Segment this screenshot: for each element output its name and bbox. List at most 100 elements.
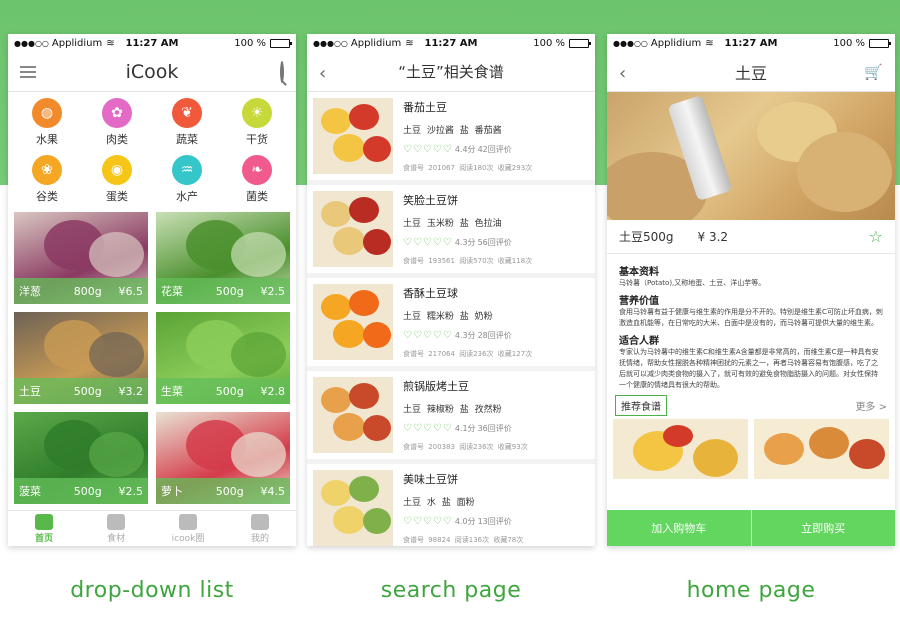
section-text: 专家认为马铃薯中的维生素C和维生素A含量都是非常高的，而维生素C是一种具有安抚情… bbox=[619, 348, 879, 389]
recipe-ingredients: 土豆 水 盐 面粉 bbox=[403, 498, 475, 508]
signal-icon: ●●●○○ bbox=[613, 38, 648, 48]
ingredient-image bbox=[231, 432, 286, 477]
ingredient-card[interactable]: 菠菜 500g ¥2.5 bbox=[14, 412, 148, 504]
ingredient-name: 洋葱 bbox=[19, 285, 41, 298]
buy-now-button[interactable]: 立即购买 bbox=[750, 510, 895, 546]
wifi-icon: ≋ bbox=[705, 37, 714, 49]
recipe-item[interactable]: 煎锅版烤土豆 土豆 辣椒粉 盐 孜然粉 ♡♡♡♡♡ 4.1分 36回评价 食谱号 2003… bbox=[307, 371, 595, 459]
ingredient-image bbox=[89, 232, 144, 277]
food-piece bbox=[363, 136, 391, 162]
category-item[interactable]: ❧ 菌类 bbox=[222, 155, 292, 204]
recipe-item[interactable]: 番茄土豆 土豆 沙拉酱 盐 番茄酱 ♡♡♡♡♡ 4.4分 42回评价 食谱号 201067… bbox=[307, 92, 595, 180]
tab-3[interactable]: 我的 bbox=[224, 511, 296, 546]
recipe-name: 笑脸土豆饼 bbox=[403, 194, 458, 207]
status-bar: ●●●○○ Applidium ≋ 11:27 AM 100 % bbox=[307, 34, 595, 52]
food-piece bbox=[349, 290, 379, 316]
ingredient-card[interactable]: 花菜 500g ¥2.5 bbox=[156, 212, 290, 304]
recipe-item[interactable]: 笑脸土豆饼 土豆 玉米粉 盐 色拉油 ♡♡♡♡♡ 4.3分 56回评价 食谱号 19356… bbox=[307, 185, 595, 273]
food-piece bbox=[321, 387, 351, 413]
tab-2[interactable]: icook圈 bbox=[152, 511, 224, 546]
action-bar: 加入购物车 立即购买 bbox=[607, 510, 895, 546]
category-label: 蛋类 bbox=[106, 190, 128, 203]
grain-icon: ❀ bbox=[32, 155, 62, 185]
signal-icon: ●●●○○ bbox=[14, 38, 49, 48]
recipe-favs: 收藏127次 bbox=[497, 350, 533, 358]
food-piece bbox=[363, 415, 391, 441]
category-label: 蔬菜 bbox=[176, 133, 198, 146]
ingredient-weight: 800g bbox=[73, 284, 102, 298]
back-button[interactable]: ‹ bbox=[319, 63, 326, 84]
menu-button[interactable] bbox=[20, 63, 36, 78]
category-item[interactable]: ◍ 水果 bbox=[12, 98, 82, 147]
home-icon bbox=[35, 513, 53, 530]
recipe-name: 香酥土豆球 bbox=[403, 287, 458, 300]
add-to-cart-button[interactable]: 加入购物车 bbox=[607, 510, 751, 546]
product-details: 基本资料 马铃薯（Potato),又称地蛋、土豆、洋山芋等。 营养价值 食用马铃薯有益… bbox=[607, 254, 895, 391]
nav-bar: iCook bbox=[8, 52, 296, 92]
category-item[interactable]: ♒ 水产 bbox=[152, 155, 222, 204]
ingredient-info-bar: 萝卜 500g ¥4.5 bbox=[156, 478, 290, 504]
battery-label: 100 % bbox=[234, 37, 266, 49]
recommend-recipe-image[interactable] bbox=[613, 419, 748, 479]
recipe-reads: 阅读180次 bbox=[459, 164, 494, 172]
food-piece bbox=[349, 476, 379, 502]
carrier-label: Applidium bbox=[51, 37, 103, 49]
recipe-item[interactable]: 香酥土豆球 土豆 糯米粉 盐 奶粉 ♡♡♡♡♡ 4.3分 28回评价 食谱号 217064… bbox=[307, 278, 595, 366]
food-piece bbox=[333, 134, 365, 162]
ingredient-card[interactable]: 萝卜 500g ¥4.5 bbox=[156, 412, 290, 504]
status-bar: ●●●○○ Applidium ≋ 11:27 AM 100 % bbox=[8, 34, 296, 52]
recipe-reads: 阅读236次 bbox=[459, 350, 494, 358]
category-label: 菌类 bbox=[246, 190, 268, 203]
battery-label: 100 % bbox=[533, 37, 565, 49]
favorite-star-icon[interactable]: ☆ bbox=[869, 227, 883, 246]
vegetable-icon: ❦ bbox=[172, 98, 202, 128]
recipe-score: 4.4分 bbox=[454, 145, 476, 154]
ingredient-image bbox=[89, 432, 144, 477]
recipe-name: 煎锅版烤土豆 bbox=[403, 380, 469, 393]
chevron-left-icon: ‹ bbox=[619, 63, 627, 84]
category-item[interactable]: ✿ 肉类 bbox=[82, 98, 152, 147]
food-piece bbox=[333, 320, 365, 348]
ingredient-card[interactable]: 土豆 500g ¥3.2 bbox=[14, 312, 148, 404]
category-grid: ◍ 水果 ✿ 肉类 ❦ 蔬菜 ☀ 干货 ❀ 谷类 ◉ 蛋类 ♒ 水产 ❧ 菌类 bbox=[8, 92, 296, 212]
recommend-images bbox=[607, 419, 895, 479]
ingredient-card[interactable]: 生菜 500g ¥2.8 bbox=[156, 312, 290, 404]
recipe-rating: ♡♡♡♡♡ 4.1分 36回评价 bbox=[403, 423, 589, 434]
category-item[interactable]: ❀ 谷类 bbox=[12, 155, 82, 204]
status-bar: ●●●○○ Applidium ≋ 11:27 AM 100 % bbox=[607, 34, 895, 52]
ingredient-name: 生菜 bbox=[161, 385, 183, 398]
nav-bar: ‹ 土豆 🛒 bbox=[607, 52, 895, 92]
search-button[interactable] bbox=[280, 61, 284, 83]
ingredient-weight: 500g bbox=[215, 284, 244, 298]
recipe-meta: 食谱号 217064 阅读236次 收藏127次 bbox=[403, 349, 589, 359]
ingredient-image bbox=[89, 332, 144, 377]
tab-bar: 首页 食材 icook圈 我的 bbox=[8, 510, 296, 546]
recipe-image bbox=[313, 470, 393, 546]
price-bar: 土豆500g ¥ 3.2 ☆ bbox=[607, 220, 895, 254]
category-label: 谷类 bbox=[36, 190, 58, 203]
category-item[interactable]: ❦ 蔬菜 bbox=[152, 98, 222, 147]
recipe-meta: 食谱号 201067 阅读180次 收藏293次 bbox=[403, 163, 589, 173]
recipe-info: 煎锅版烤土豆 土豆 辣椒粉 盐 孜然粉 ♡♡♡♡♡ 4.1分 36回评价 食谱号 2003… bbox=[403, 377, 589, 453]
category-item[interactable]: ☀ 干货 bbox=[222, 98, 292, 147]
ingredient-weight: 500g bbox=[73, 384, 102, 398]
tab-1[interactable]: 食材 bbox=[80, 511, 152, 546]
cart-button[interactable]: 🛒 bbox=[864, 63, 883, 81]
caption-home: home page bbox=[686, 578, 816, 603]
egg-icon: ◉ bbox=[102, 155, 132, 185]
tab-0[interactable]: 首页 bbox=[8, 511, 80, 546]
recipe-meta: 食谱号 98824 阅读136次 收藏78次 bbox=[403, 535, 589, 545]
battery-label: 100 % bbox=[833, 37, 865, 49]
food-piece bbox=[333, 506, 365, 534]
recommend-label: 推荐食谱 bbox=[615, 395, 667, 416]
fruit-icon: ◍ bbox=[32, 98, 62, 128]
recipe-item[interactable]: 美味土豆饼 土豆 水 盐 面粉 ♡♡♡♡♡ 4.0分 13回评价 食谱号 98824 阅读… bbox=[307, 464, 595, 546]
ingredient-card[interactable]: 洋葱 800g ¥6.5 bbox=[14, 212, 148, 304]
recipe-id: 食谱号 200383 bbox=[403, 443, 455, 451]
category-item[interactable]: ◉ 蛋类 bbox=[82, 155, 152, 204]
wifi-icon: ≋ bbox=[405, 37, 414, 49]
more-link[interactable]: 更多 > bbox=[855, 398, 887, 413]
recipe-reviews: 36回评价 bbox=[477, 424, 512, 433]
back-button[interactable]: ‹ bbox=[619, 63, 626, 84]
recommend-recipe-image[interactable] bbox=[754, 419, 889, 479]
